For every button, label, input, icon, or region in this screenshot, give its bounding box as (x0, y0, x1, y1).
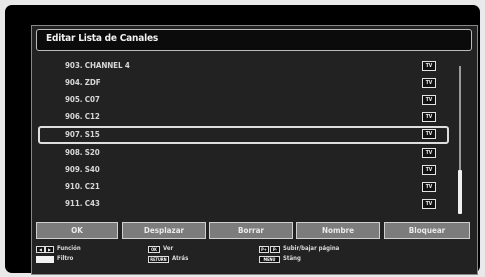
channel-row[interactable]: 903. CHANNEL 4 TV (38, 59, 449, 74)
channel-label: 909. S40 (65, 165, 100, 174)
ok-key-icon: OK (148, 246, 160, 253)
channel-row[interactable]: 908. S20 TV (38, 146, 449, 161)
tv-badge: TV (422, 61, 436, 71)
tv-badge: TV (422, 148, 436, 158)
key-legend: ◀ ▶ Función Filtro OK Ver RETURN Atrás P… (36, 245, 466, 269)
page-down-key-icon: P- (270, 246, 280, 253)
legend-ver: Ver (163, 245, 174, 252)
move-button[interactable]: Desplazar (122, 222, 206, 239)
legend-stang: Stäng (283, 255, 301, 262)
legend-filtro: Filtro (57, 255, 74, 262)
tv-badge: TV (422, 182, 436, 192)
return-key-icon: RETURN (148, 256, 169, 263)
name-button[interactable]: Nombre (296, 222, 380, 239)
lock-button[interactable]: Bloquear (384, 222, 470, 239)
list-scrollbar[interactable] (458, 66, 462, 214)
ok-button[interactable]: OK (36, 222, 118, 239)
tv-badge: TV (422, 129, 436, 139)
channel-label: 905. C07 (65, 95, 100, 104)
channel-label: 906. C12 (65, 112, 100, 121)
tv-screen: Editar Lista de Canales 903. CHANNEL 4 T… (5, 5, 480, 275)
function-bar: OK Desplazar Borrar Nombre Bloquear (36, 222, 470, 239)
page-title: Editar Lista de Canales (46, 33, 159, 44)
tv-badge: TV (422, 112, 436, 122)
scroll-thumb[interactable] (458, 170, 462, 214)
channel-row[interactable]: 911. C43 TV (38, 197, 449, 212)
channel-row[interactable]: 904. ZDF TV (38, 76, 449, 91)
channel-label: 911. C43 (65, 199, 100, 208)
title-bar: Editar Lista de Canales (36, 29, 472, 51)
delete-button[interactable]: Borrar (209, 222, 293, 239)
channel-label: 903. CHANNEL 4 (65, 61, 130, 70)
channel-row[interactable]: 909. S40 TV (38, 163, 449, 178)
tv-badge: TV (422, 165, 436, 175)
channel-row[interactable]: 906. C12 TV (38, 110, 449, 125)
channel-row-selected[interactable]: 907. S15 TV (38, 126, 449, 144)
menu-key-icon: MENU (259, 256, 280, 263)
tv-badge: TV (422, 95, 436, 105)
right-arrow-key-icon: ▶ (45, 246, 54, 253)
channel-label: 908. S20 (65, 148, 100, 157)
white-key-icon (36, 256, 54, 263)
channel-label: 904. ZDF (65, 78, 101, 87)
tv-badge: TV (422, 78, 436, 88)
edit-channel-list-panel: Editar Lista de Canales 903. CHANNEL 4 T… (31, 25, 478, 275)
legend-atras: Atrás (172, 255, 189, 262)
legend-page: Subir/bajar página (283, 245, 340, 252)
channel-label: 907. S15 (65, 130, 100, 139)
channel-label: 910. C21 (65, 182, 100, 191)
channel-row[interactable]: 905. C07 TV (38, 93, 449, 108)
page-up-key-icon: P+ (259, 246, 269, 253)
left-arrow-key-icon: ◀ (36, 246, 45, 253)
channel-row[interactable]: 910. C21 TV (38, 180, 449, 195)
legend-funcion: Función (57, 245, 81, 252)
tv-badge: TV (422, 199, 436, 209)
